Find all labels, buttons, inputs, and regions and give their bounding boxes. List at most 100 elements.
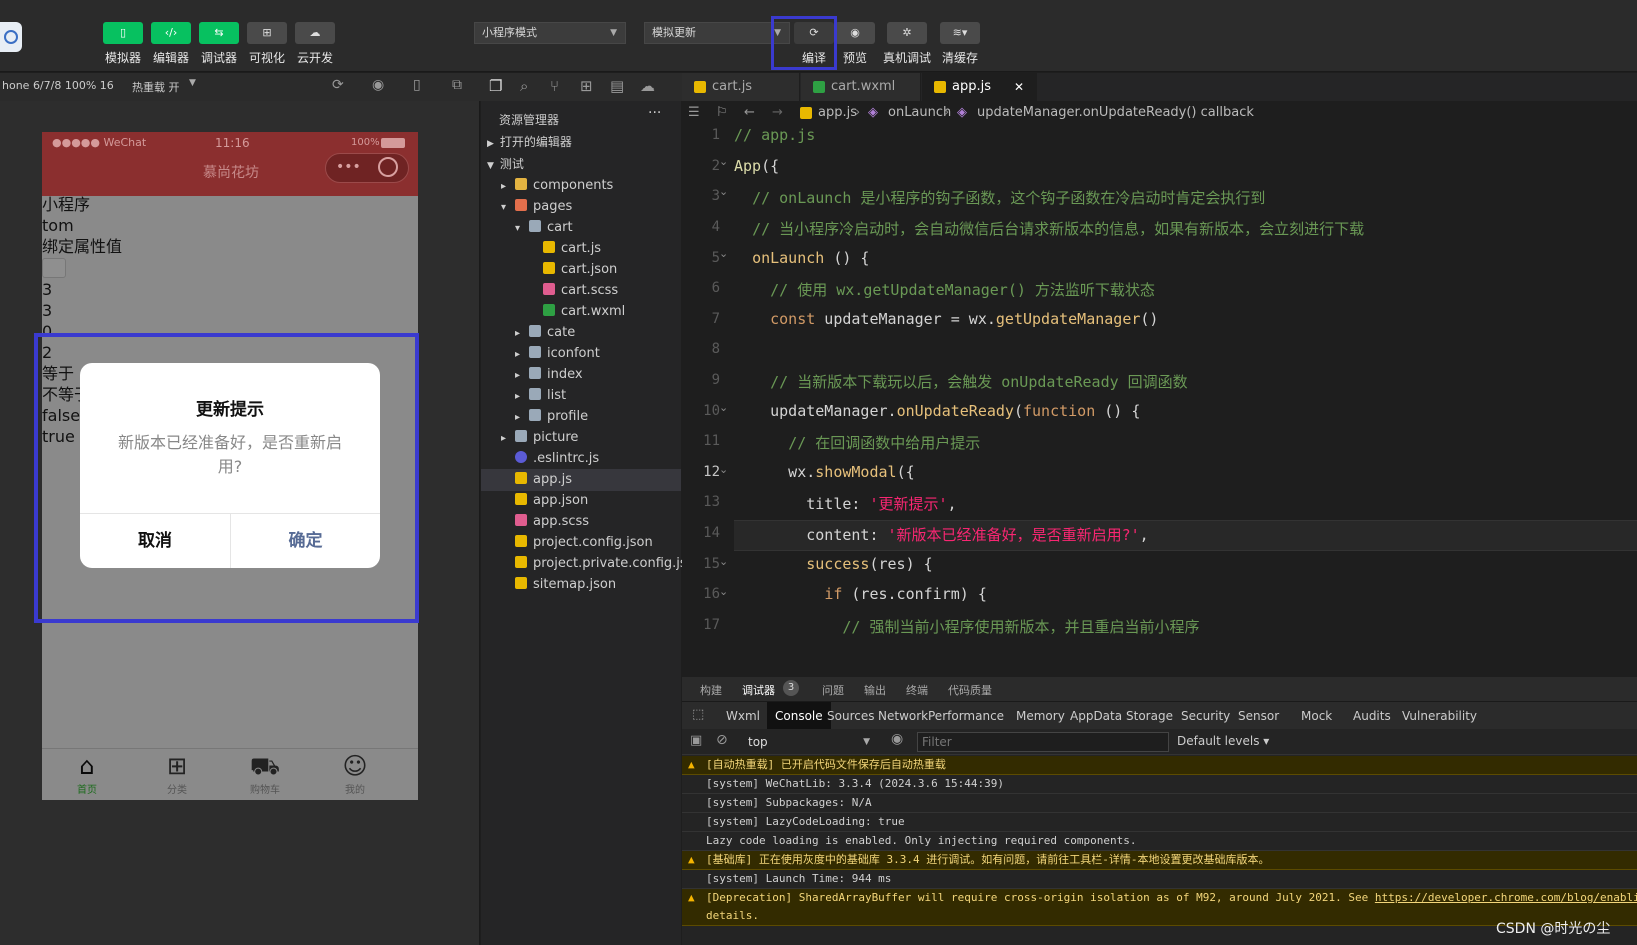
file-item[interactable]: cart.js [481, 238, 681, 260]
file-item[interactable]: project.private.config.js... [481, 553, 699, 575]
tab-category[interactable]: ⊞ 分类 [154, 751, 200, 796]
folder-item[interactable]: ▸ cate [481, 322, 681, 344]
file-item[interactable]: app.json [481, 490, 681, 512]
devtools-tab-performance[interactable]: Performance [920, 702, 1012, 730]
confirm-button[interactable]: 确定 [231, 514, 380, 568]
tab-debugger[interactable]: 调试器 [742, 682, 775, 698]
capsule-menu[interactable]: ••• [325, 153, 409, 183]
fold-icon[interactable]: ⌄ [719, 463, 728, 476]
filter-input[interactable] [917, 732, 1169, 752]
search-icon[interactable]: ⌕ [520, 77, 528, 95]
simulator-button[interactable]: ▯ 模拟器 [103, 22, 143, 66]
bookmark-icon[interactable]: ⚐ [716, 101, 728, 125]
log-link[interactable]: https://developer.chrome.com/blog/enabli [1375, 891, 1637, 904]
cloud-icon[interactable]: ☁ [640, 77, 655, 95]
clear-icon[interactable]: ⊘ [716, 732, 728, 748]
visual-button[interactable]: ⊞ 可视化 [247, 22, 287, 66]
file-item[interactable]: cart.wxml [481, 301, 681, 323]
folder-item[interactable]: ▾ pages [481, 196, 681, 218]
line-number: 8 [711, 341, 720, 357]
preview-button[interactable]: ◉ 预览 [835, 22, 875, 66]
tab-cart-js[interactable]: cart.js [682, 73, 800, 101]
fold-icon[interactable]: ⌄ [719, 585, 728, 598]
fold-icon[interactable]: ⌄ [719, 185, 728, 198]
tab-cart-wxml[interactable]: cart.wxml [801, 73, 921, 101]
compile-select[interactable]: 模拟更新 ▼ [644, 22, 790, 44]
file-item[interactable]: project.config.json [481, 532, 681, 554]
file-item[interactable]: sitemap.json [481, 574, 681, 596]
eye-icon[interactable]: ◉ [891, 731, 903, 747]
tab-output[interactable]: 输出 [864, 682, 886, 698]
file-item[interactable]: .eslintrc.js [481, 448, 681, 470]
folder-item[interactable]: ▸ components [481, 175, 681, 197]
input-box[interactable] [42, 258, 66, 278]
chevron-down-icon[interactable]: ▼ [189, 78, 196, 88]
more-icon[interactable]: ••• [336, 159, 361, 175]
folder-item[interactable]: ▸ index [481, 364, 681, 386]
devtools-tab-wxml[interactable]: Wxml [718, 702, 768, 730]
record-icon[interactable]: ◉ [372, 77, 384, 93]
tab-terminal[interactable]: 终端 [906, 682, 928, 698]
fold-icon[interactable]: ⌄ [719, 555, 728, 568]
mode-select[interactable]: 小程序模式 ▼ [474, 22, 626, 44]
tab-code-quality[interactable]: 代码质量 [948, 682, 992, 698]
more-icon[interactable]: ··· [648, 105, 661, 121]
context-select[interactable]: top ▼ [740, 732, 876, 752]
close-icon[interactable]: ✕ [1014, 73, 1024, 101]
storage-icon[interactable]: ▤ [610, 77, 624, 95]
file-item[interactable]: cart.scss [481, 280, 681, 302]
cloud-button[interactable]: ☁ 云开发 [295, 22, 335, 66]
open-editors-section[interactable]: ▶ 打开的编辑器 [481, 131, 681, 153]
file-item[interactable]: cart.json [481, 259, 681, 281]
file-item[interactable]: app.js [481, 469, 681, 491]
folder-item[interactable]: ▸ list [481, 385, 681, 407]
devtools-tab-vulnerability[interactable]: Vulnerability [1394, 702, 1485, 730]
levels-select[interactable]: Default levels ▾ [1177, 734, 1269, 748]
extensions-icon[interactable]: ⊞ [580, 77, 593, 95]
files-icon[interactable]: ❐ [489, 77, 502, 95]
phone-icon[interactable]: ▯ [413, 77, 421, 93]
file-item[interactable]: app.scss [481, 511, 681, 533]
list-icon[interactable]: ☰ [688, 101, 700, 125]
sidebar-icon[interactable]: ▣ [690, 733, 702, 748]
reload-icon[interactable]: ⟳ [332, 77, 344, 93]
tab-profile[interactable]: ☺ 我的 [332, 751, 378, 796]
folder-item[interactable]: ▸ iconfont [481, 343, 681, 365]
devtools-tab-audits[interactable]: Audits [1345, 702, 1399, 730]
breadcrumb-item[interactable]: updateManager.onUpdateReady() callback [977, 101, 1254, 125]
folder-item[interactable]: ▸ profile [481, 406, 681, 428]
folder-item[interactable]: ▾ cart [481, 217, 681, 239]
chevron-down-icon: ▾ [501, 202, 507, 213]
forward-icon[interactable]: → [772, 101, 783, 125]
debugger-button[interactable]: ⇆ 调试器 [199, 22, 239, 66]
tab-app-js[interactable]: app.js ✕ [922, 73, 1037, 101]
devtools-tab-mock[interactable]: Mock [1293, 702, 1340, 730]
popout-icon[interactable]: ⧉ [452, 77, 462, 93]
branch-icon[interactable]: ⑂ [550, 77, 559, 95]
remote-debug-button[interactable]: ✲ 真机调试 [883, 22, 931, 66]
hot-reload-toggle[interactable]: 热重载 开 [132, 79, 180, 95]
avatar[interactable] [0, 22, 22, 52]
fold-icon[interactable]: ⌄ [719, 247, 728, 260]
clear-cache-button[interactable]: ≋▾ 清缓存 [940, 22, 980, 66]
devtools-tab-security[interactable]: Security [1173, 702, 1238, 730]
devtools-tab-storage[interactable]: Storage [1118, 702, 1181, 730]
project-section[interactable]: ▼ 测试 [481, 153, 681, 175]
tab-cart[interactable]: ⛟ 购物车 [242, 751, 288, 796]
code-area[interactable]: 1 2 3 4 5 6 7 8 9 10 11 12 13 14 15 16 17 ⌄ ⌄ ⌄ ⌄ ⌄ ⌄ ⌄ … [682, 125, 1637, 677]
close-icon[interactable] [378, 157, 398, 177]
inspect-icon[interactable]: ⬚ [692, 707, 704, 722]
fold-icon[interactable]: ⌄ [719, 401, 728, 414]
tab-problems[interactable]: 问题 [822, 682, 844, 698]
tab-build[interactable]: 构建 [700, 682, 722, 698]
fold-icon[interactable]: ⌄ [719, 155, 728, 168]
folder-item[interactable]: ▸ picture [481, 427, 681, 449]
device-select[interactable]: hone 6/7/8 100% 16 [2, 79, 114, 92]
devtools-tab-sensor[interactable]: Sensor [1230, 702, 1287, 730]
breadcrumb-item[interactable]: onLaunch [888, 101, 951, 125]
breadcrumb-item[interactable]: app.js [818, 101, 857, 125]
editor-button[interactable]: ‹/› 编辑器 [151, 22, 191, 66]
back-icon[interactable]: ← [744, 101, 755, 125]
cancel-button[interactable]: 取消 [80, 514, 230, 568]
tab-home[interactable]: ⌂ 首页 [64, 751, 110, 796]
